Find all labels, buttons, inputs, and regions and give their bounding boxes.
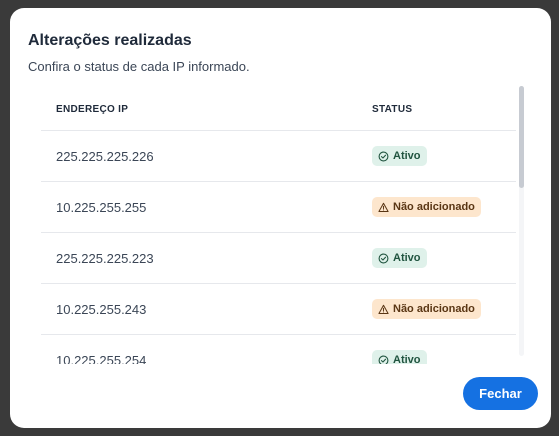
close-button[interactable]: Fechar — [463, 377, 538, 410]
ip-address-cell: 225.225.225.226 — [41, 130, 372, 182]
ip-address-cell: 10.225.255.243 — [41, 283, 372, 335]
status-badge: Ativo — [372, 248, 427, 268]
check-circle-icon — [378, 151, 389, 162]
table-row: 10.225.255.255 Não adicionado — [41, 181, 516, 233]
status-badge: Ativo — [372, 350, 427, 364]
status-label: Ativo — [393, 150, 421, 162]
warning-triangle-icon — [378, 202, 389, 213]
status-badge: Não adicionado — [372, 299, 481, 319]
status-cell: Ativo — [372, 130, 516, 182]
status-label: Não adicionado — [393, 303, 475, 315]
ip-address-cell: 10.225.255.255 — [41, 181, 372, 233]
column-header-ip: ENDEREÇO IP — [41, 88, 372, 131]
status-label: Ativo — [393, 354, 421, 364]
scrollbar-thumb[interactable] — [519, 86, 524, 188]
status-cell: Ativo — [372, 334, 516, 364]
warning-triangle-icon — [378, 304, 389, 315]
status-label: Não adicionado — [393, 201, 475, 213]
dialog-title: Alterações realizadas — [28, 32, 192, 49]
column-header-status: STATUS — [372, 88, 516, 131]
status-cell: Não adicionado — [372, 283, 516, 335]
status-badge: Ativo — [372, 146, 427, 166]
check-circle-icon — [378, 355, 389, 364]
table-row: 225.225.225.226 Ativo — [41, 130, 516, 182]
table-row: 225.225.225.223 Ativo — [41, 232, 516, 284]
ip-changes-dialog: Alterações realizadas Confira o status d… — [10, 8, 551, 428]
ip-status-table-container: ENDEREÇO IP STATUS 225.225.225.226 Ativo 1… — [41, 88, 516, 364]
table-header-row: ENDEREÇO IP STATUS — [41, 88, 516, 131]
status-label: Ativo — [393, 252, 421, 264]
status-cell: Ativo — [372, 232, 516, 284]
ip-status-table: ENDEREÇO IP STATUS 225.225.225.226 Ativo 1… — [41, 88, 516, 364]
table-row: 10.225.255.254 Ativo — [41, 334, 516, 364]
dialog-subtitle: Confira o status de cada IP informado. — [28, 59, 250, 74]
status-cell: Não adicionado — [372, 181, 516, 233]
status-badge: Não adicionado — [372, 197, 481, 217]
check-circle-icon — [378, 253, 389, 264]
ip-address-cell: 225.225.225.223 — [41, 232, 372, 284]
table-row: 10.225.255.243 Não adicionado — [41, 283, 516, 335]
ip-address-cell: 10.225.255.254 — [41, 334, 372, 364]
table-scrollbar[interactable] — [519, 86, 524, 356]
